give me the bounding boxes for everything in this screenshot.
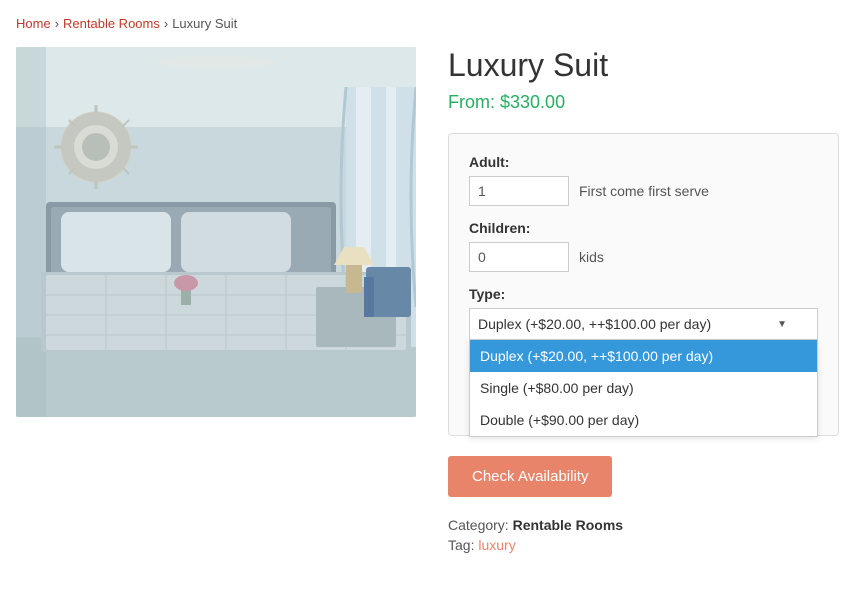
adult-label: Adult:: [469, 154, 818, 170]
category-prefix: Category:: [448, 517, 509, 533]
breadcrumb-current: Luxury Suit: [172, 16, 237, 31]
children-row: kids: [469, 242, 818, 272]
breadcrumb-home[interactable]: Home: [16, 16, 51, 31]
price-value: $330.00: [500, 92, 565, 112]
adult-row: First come first serve: [469, 176, 818, 206]
category-row: Category: Rentable Rooms: [448, 517, 839, 533]
room-image-svg: [16, 47, 416, 417]
tag-prefix: Tag:: [448, 537, 474, 553]
children-hint: kids: [579, 249, 604, 265]
room-title: Luxury Suit: [448, 47, 839, 84]
breadcrumb: Home › Rentable Rooms › Luxury Suit: [16, 16, 839, 31]
type-option-single[interactable]: Single (+$80.00 per day): [470, 372, 817, 404]
children-input[interactable]: [469, 242, 569, 272]
children-label: Children:: [469, 220, 818, 236]
type-option-double[interactable]: Double (+$90.00 per day): [470, 404, 817, 436]
type-selected-label: Duplex (+$20.00, ++$100.00 per day): [478, 316, 711, 332]
children-group: Children: kids: [469, 220, 818, 272]
type-dropdown-trigger[interactable]: Duplex (+$20.00, ++$100.00 per day) ▼: [469, 308, 818, 340]
check-availability-button[interactable]: Check Availability: [448, 456, 612, 497]
room-image: [16, 47, 416, 417]
type-option-duplex[interactable]: Duplex (+$20.00, ++$100.00 per day): [470, 340, 817, 372]
breadcrumb-sep-2: ›: [164, 16, 168, 31]
meta-info: Category: Rentable Rooms Tag: luxury: [448, 517, 839, 553]
type-group: Type: Duplex (+$20.00, ++$100.00 per day…: [469, 286, 818, 340]
adult-group: Adult: First come first serve: [469, 154, 818, 206]
room-details: Luxury Suit From: $330.00 Adult: First c…: [448, 47, 839, 557]
breadcrumb-rentable-rooms[interactable]: Rentable Rooms: [63, 16, 160, 31]
price-label: From:: [448, 92, 495, 112]
tag-value[interactable]: luxury: [478, 537, 515, 553]
type-label: Type:: [469, 286, 818, 302]
category-value: Rentable Rooms: [513, 517, 623, 533]
booking-form: Adult: First come first serve Children: …: [448, 133, 839, 436]
tag-row: Tag: luxury: [448, 537, 839, 553]
type-dropdown-options: Duplex (+$20.00, ++$100.00 per day) Sing…: [469, 340, 818, 437]
type-dropdown-container: Duplex (+$20.00, ++$100.00 per day) ▼ Du…: [469, 308, 818, 340]
room-price: From: $330.00: [448, 92, 839, 113]
breadcrumb-sep-1: ›: [55, 16, 59, 31]
main-content: Luxury Suit From: $330.00 Adult: First c…: [16, 47, 839, 557]
dropdown-arrow-icon: ▼: [777, 319, 787, 330]
adult-input[interactable]: [469, 176, 569, 206]
adult-hint: First come first serve: [579, 183, 709, 199]
